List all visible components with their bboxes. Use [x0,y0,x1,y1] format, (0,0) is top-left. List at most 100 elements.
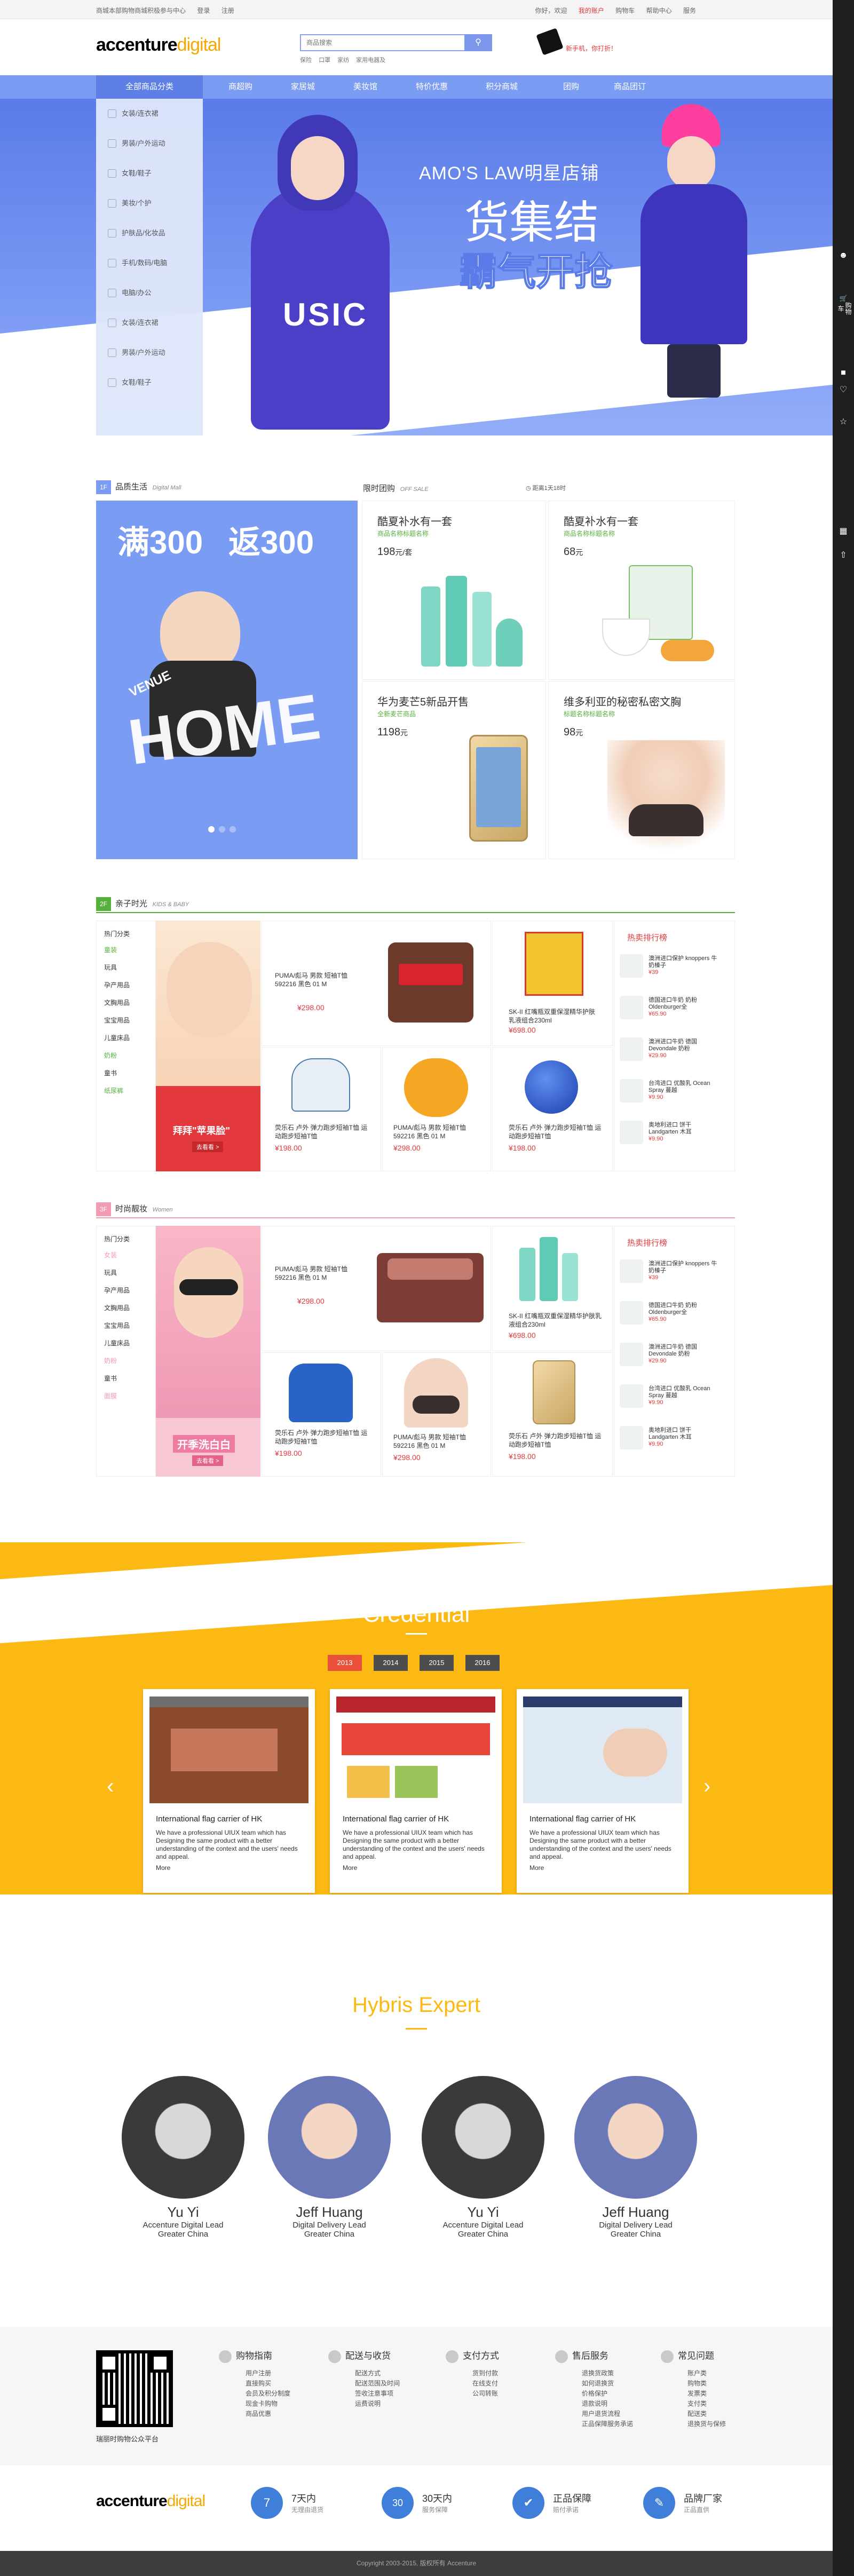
footer-link[interactable]: 运费说明 [328,2399,400,2409]
footer-link[interactable]: 用户注册 [219,2368,290,2379]
category-item[interactable]: 美妆/个护 [96,188,203,218]
credential-card[interactable]: International flag carrier of HK We have… [517,1689,689,1893]
category-item[interactable]: 女装/连衣裙 [96,99,203,129]
flash-card[interactable]: 华为麦芒5新品开售 全新麦芒商品 1198元 [362,681,546,859]
card-more-link[interactable]: More [529,1864,544,1872]
side-link[interactable]: 玩具 [104,959,155,977]
expert-card[interactable]: Yu Yi Accenture Digital Lead Greater Chi… [422,2076,544,2239]
nav-item[interactable]: 商超购 [228,75,252,99]
credential-card[interactable]: International flag carrier of HK We have… [330,1689,502,1893]
phone-promo-text[interactable]: 新手机，你打折！ [566,44,617,53]
category-item[interactable]: 女鞋/鞋子 [96,158,203,188]
side-link[interactable]: 童书 [104,1065,155,1082]
flash-card[interactable]: 酷夏补水有一套 商品名称标题名称 68元 [548,501,735,680]
nav-item[interactable]: 商品团订 [614,75,646,99]
cart-link[interactable]: 购物车 [615,7,635,14]
footer-link[interactable]: 签收注意事项 [328,2389,400,2399]
promo-link[interactable]: 去看看 > [192,1142,224,1152]
footer-link[interactable]: 用户退货流程 [555,2409,633,2419]
hot-keyword[interactable]: 家用电器及 [356,57,385,64]
search-button[interactable]: ⚲ [464,34,492,51]
carousel-prev-arrow[interactable]: ‹ [107,1774,114,1798]
qrcode-icon[interactable]: ▦ [837,526,850,538]
year-tab[interactable]: 2013 [328,1655,362,1671]
hot-keyword[interactable]: 家纺 [337,57,349,64]
product-tile[interactable]: SK-II 红嘴瓶双重保湿精华护肤乳液组合230ml ¥698.00 [492,1226,613,1351]
card-more-link[interactable]: More [343,1864,357,1872]
lock-icon[interactable]: ■ [837,368,850,381]
product-tile[interactable]: 荧乐石 卢外 弹力跑步短袖T恤 运动跑步短袖T恤 ¥198.00 [262,1047,381,1171]
category-item[interactable]: 男装/户外运动 [96,129,203,158]
rank-item[interactable]: 奥地利进口 饼干 Landgarten 木耳 ¥9.90 [620,1121,721,1153]
carousel-next-arrow[interactable]: › [703,1774,710,1798]
floor3-promo-banner[interactable]: 开季洗白白 去看看 > [156,1226,260,1477]
footer-logo[interactable]: accenturedigital [96,2492,205,2510]
expert-card[interactable]: Jeff Huang Digital Delivery Lead Greater… [574,2076,697,2239]
back-to-top-icon[interactable]: ⇧ [837,550,850,562]
footer-link[interactable]: 在线支付 [446,2379,499,2389]
product-tile[interactable]: SK-II 红嘴瓶双重保湿精华护肤乳液组合230ml ¥698.00 [492,921,613,1046]
flash-card[interactable]: 维多利亚的秘密私密文胸 标题名称标题名称 98元 [548,681,735,859]
footer-link[interactable]: 发票类 [661,2389,726,2399]
footer-link[interactable]: 现金卡购物 [219,2399,290,2409]
footer-link[interactable]: 货到付款 [446,2368,499,2379]
category-item[interactable]: 女装/连衣裙 [96,308,203,338]
help-link[interactable]: 帮助中心 [646,7,672,14]
footer-link[interactable]: 退换货与保修 [661,2419,726,2429]
footer-link[interactable]: 直接购买 [219,2379,290,2389]
user-icon[interactable]: ☻ [837,251,850,264]
nav-item[interactable]: 团购 [563,75,579,99]
nav-item[interactable]: 积分商城 [486,75,518,99]
category-item[interactable]: 电脑/办公 [96,278,203,308]
side-link[interactable]: 童装 [104,941,155,959]
product-tile[interactable]: PUMA/彪马 男款 短袖T恤 592216 黑色 01 M ¥298.00 [382,1047,491,1171]
footer-link[interactable]: 正品保障服务承诺 [555,2419,633,2429]
expert-card[interactable]: Yu Yi Accenture Digital Lead Greater Chi… [122,2076,244,2239]
side-link[interactable]: 童书 [104,1370,155,1388]
rank-item[interactable]: 澳洲进口保护 knoppers 牛奶榛子 ¥39 [620,1259,721,1291]
footer-link[interactable]: 如何退换货 [555,2379,633,2389]
category-item[interactable]: 女鞋/鞋子 [96,368,203,398]
side-link[interactable]: 纸尿裤 [104,1082,155,1100]
footer-link[interactable]: 配送方式 [328,2368,400,2379]
footer-link[interactable]: 退款说明 [555,2399,633,2409]
side-link[interactable]: 面膜 [104,1388,155,1405]
rank-item[interactable]: 德国进口牛奶 奶粉Oldenburger全 ¥65.90 [620,1301,721,1333]
cart-sidebar-button[interactable]: 🛒 购物车 [837,295,852,315]
side-link[interactable]: 奶粉 [104,1047,155,1065]
footer-link[interactable]: 退换货政策 [555,2368,633,2379]
product-tile[interactable]: PUMA/彪马 男款 短袖T恤 592216 黑色 01 M ¥298.00 [262,921,491,1046]
year-tab[interactable]: 2014 [374,1655,408,1671]
footer-link[interactable]: 配送类 [661,2409,726,2419]
side-link[interactable]: 孕产用品 [104,977,155,994]
footer-link[interactable]: 账户类 [661,2368,726,2379]
category-item[interactable]: 手机/数码/电脑 [96,248,203,278]
star-icon[interactable]: ☆ [837,416,850,429]
product-tile[interactable]: PUMA/彪马 男款 短袖T恤 592216 黑色 01 M ¥298.00 [382,1352,491,1477]
floor2-promo-banner[interactable]: 拜拜"苹果脸" 去看看 > [156,921,260,1171]
side-link[interactable]: 奶粉 [104,1352,155,1370]
year-tab[interactable]: 2015 [420,1655,454,1671]
rank-item[interactable]: 台湾进口 优酸乳 Ocean Spray 蔓越 ¥9.90 [620,1079,721,1111]
rank-item[interactable]: 澳洲进口保护 knoppers 牛奶榛子 ¥39 [620,954,721,986]
side-link[interactable]: 儿童床品 [104,1335,155,1352]
nav-item[interactable]: 家居城 [291,75,315,99]
footer-link[interactable]: 会员及积分制度 [219,2389,290,2399]
expert-card[interactable]: Jeff Huang Digital Delivery Lead Greater… [268,2076,391,2239]
rank-item[interactable]: 澳洲进口牛奶 德国Devondale 奶粉 ¥29.90 [620,1037,721,1069]
slider-dot[interactable] [219,826,225,833]
hot-keyword[interactable]: 保险 [300,57,312,64]
my-account-link[interactable]: 我的账户 [579,7,604,14]
side-link[interactable]: 宝宝用品 [104,1317,155,1335]
flash-card[interactable]: 酷夏补水有一套 商品名称标题名称 198元/套 [362,501,546,680]
hot-keyword[interactable]: 口罩 [319,57,330,64]
quality-promo-banner[interactable]: 满300 返300 HOME VENUE [96,501,358,859]
rank-item[interactable]: 澳洲进口牛奶 德国Devondale 奶粉 ¥29.90 [620,1343,721,1375]
footer-link[interactable]: 价格保护 [555,2389,633,2399]
slider-dot[interactable] [230,826,236,833]
category-item[interactable]: 男装/户外运动 [96,338,203,368]
product-tile[interactable]: 荧乐石 卢外 弹力跑步短袖T恤 运动跑步短袖T恤 ¥198.00 [492,1047,613,1171]
rank-item[interactable]: 奥地利进口 饼干 Landgarten 木耳 ¥9.90 [620,1426,721,1458]
card-more-link[interactable]: More [156,1864,170,1872]
login-link[interactable]: 登录 [197,7,210,14]
